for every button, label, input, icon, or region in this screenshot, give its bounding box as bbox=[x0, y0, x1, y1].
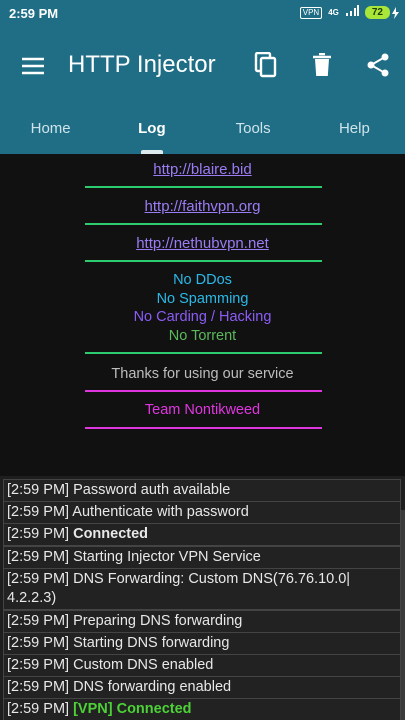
divider bbox=[85, 186, 322, 188]
banner-link-faithvpn[interactable]: http://faithvpn.org bbox=[0, 198, 405, 215]
tab-help[interactable]: Help bbox=[304, 110, 405, 154]
status-time: 2:59 PM bbox=[9, 6, 59, 21]
vpn-indicator: VPN bbox=[299, 6, 323, 19]
rule-no-carding: No Carding / Hacking bbox=[133, 309, 272, 325]
app-bar: 2:59 PM VPN 4G 72 HTTP Injector Home Log… bbox=[0, 0, 405, 154]
status-bar: 2:59 PM VPN 4G 72 bbox=[0, 0, 405, 28]
divider bbox=[85, 223, 322, 225]
log-row: [2:59 PM] Custom DNS enabled bbox=[3, 654, 401, 677]
battery-level: 72 bbox=[364, 6, 390, 19]
log-row: [2:59 PM] Connected bbox=[3, 523, 401, 546]
tab-bar: Home Log Tools Help bbox=[0, 110, 405, 154]
divider bbox=[85, 427, 322, 429]
divider bbox=[85, 352, 322, 354]
thanks-message: Thanks for using our service bbox=[111, 366, 294, 382]
network-type: 4G bbox=[328, 7, 339, 17]
app-title: HTTP Injector bbox=[68, 51, 216, 78]
tab-tools-label: Tools bbox=[235, 120, 271, 137]
signal-icon bbox=[345, 5, 359, 20]
copy-icon[interactable] bbox=[253, 52, 279, 78]
log-row: [2:59 PM] DNS forwarding enabled bbox=[3, 676, 401, 699]
toolbar: HTTP Injector bbox=[0, 40, 405, 90]
log-row: [2:59 PM] Authenticate with password bbox=[3, 501, 401, 524]
tab-tools[interactable]: Tools bbox=[203, 110, 304, 154]
divider bbox=[85, 390, 322, 392]
log-row: [2:59 PM] Starting Injector VPN Service bbox=[3, 546, 401, 569]
log-row: [2:59 PM] DNS Forwarding: Custom DNS(76.… bbox=[3, 568, 401, 610]
share-icon[interactable] bbox=[365, 52, 391, 78]
log-row: [2:59 PM] [VPN] Connected bbox=[3, 698, 401, 720]
status-icons: VPN 4G 72 bbox=[299, 5, 399, 20]
log-list[interactable]: [2:59 PM] Password auth available [2:59 … bbox=[0, 476, 405, 720]
log-row: [2:59 PM] Preparing DNS forwarding bbox=[3, 610, 401, 633]
log-row: [2:59 PM] Password auth available bbox=[3, 479, 401, 502]
banner-link-nethubvpn[interactable]: http://nethubvpn.net bbox=[0, 235, 405, 252]
log-scrollbar[interactable] bbox=[401, 510, 405, 720]
divider bbox=[85, 260, 322, 262]
tab-help-label: Help bbox=[338, 120, 370, 137]
menu-icon[interactable] bbox=[20, 53, 46, 79]
trash-icon[interactable] bbox=[309, 52, 335, 78]
tab-log-label: Log bbox=[138, 120, 166, 137]
tab-home-label: Home bbox=[30, 120, 71, 137]
team-name: Team Nontikweed bbox=[144, 402, 261, 418]
log-row: [2:59 PM] Starting DNS forwarding bbox=[3, 632, 401, 655]
toolbar-actions bbox=[253, 52, 391, 78]
tab-home[interactable]: Home bbox=[0, 110, 101, 154]
server-banner: http://blaire.bid http://faithvpn.org ht… bbox=[0, 154, 405, 476]
banner-link-blaire[interactable]: http://blaire.bid bbox=[0, 161, 405, 178]
charging-icon bbox=[392, 6, 399, 19]
battery-indicator: 72 bbox=[364, 6, 399, 19]
rule-no-spamming: No Spamming bbox=[156, 291, 249, 307]
tab-log[interactable]: Log bbox=[101, 110, 202, 154]
rule-no-ddos: No DDos bbox=[173, 272, 232, 288]
rule-no-torrent: No Torrent bbox=[168, 328, 237, 344]
